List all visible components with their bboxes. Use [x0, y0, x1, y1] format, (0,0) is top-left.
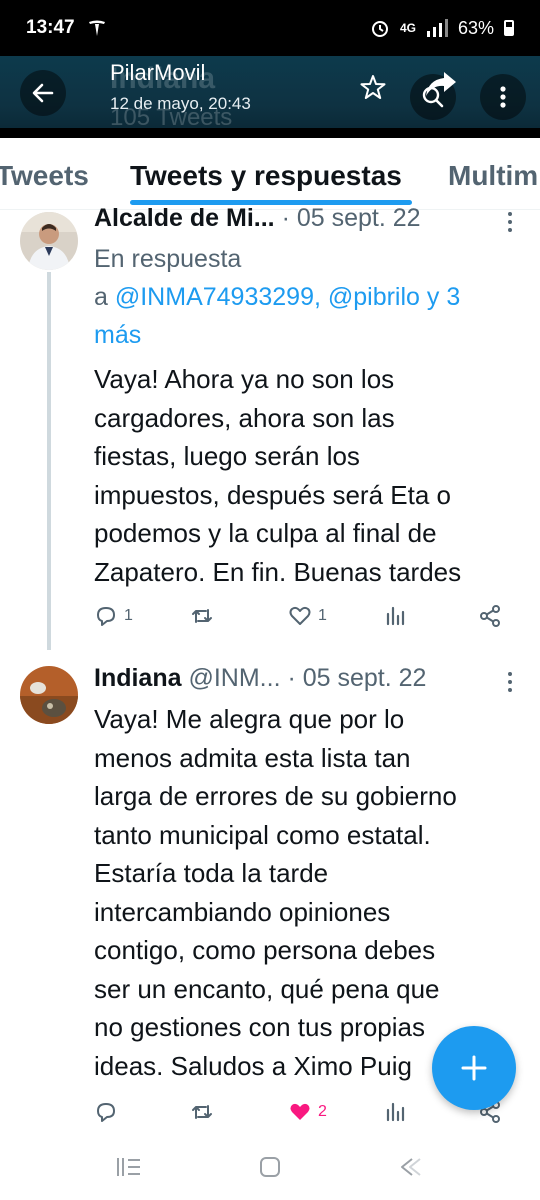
- avatar[interactable]: [20, 666, 78, 724]
- tweet-more-icon[interactable]: [500, 670, 520, 694]
- reply-suffix[interactable]: y 3: [427, 283, 460, 311]
- tweet-line: Vaya! Me alegra que por lo: [94, 704, 405, 734]
- tweet-actions: 1 1: [94, 604, 514, 634]
- back-arrow-icon: [32, 83, 54, 103]
- share-icon[interactable]: [424, 70, 458, 100]
- reply-count: 1: [124, 607, 133, 624]
- signal-icon: [426, 19, 448, 37]
- tweet-line: Vaya! Ahora ya no son los: [94, 364, 395, 394]
- profile-header: Indiana 105 Tweets PilarMovil 12 de mayo…: [0, 56, 540, 138]
- share-tweet-button[interactable]: [478, 604, 502, 628]
- status-bar: 13:47 4G 63%: [0, 0, 540, 56]
- tab-multimedia[interactable]: Multim: [448, 160, 538, 192]
- share-node-icon: [480, 605, 500, 627]
- tesla-icon: [88, 20, 105, 36]
- tweet-line: contigo, como persona debes: [94, 935, 436, 965]
- author-name[interactable]: Indiana: [94, 664, 182, 692]
- alarm-icon: [371, 21, 388, 37]
- author-name[interactable]: Alcalde de Mi...: [94, 204, 275, 232]
- reply-button[interactable]: [94, 1100, 124, 1124]
- avatar-photo-icon: [20, 666, 78, 724]
- compose-plus-icon: [461, 1055, 487, 1081]
- tweet-date[interactable]: · 05 sept. 22: [287, 664, 426, 692]
- retweet-button[interactable]: [190, 1100, 220, 1124]
- back-nav-button[interactable]: [388, 1152, 428, 1182]
- back-button[interactable]: [20, 70, 66, 116]
- analytics-icon: [386, 1102, 405, 1122]
- tweet-more-icon[interactable]: [500, 210, 520, 234]
- thread-line: [47, 272, 51, 650]
- network-type: 4G: [399, 21, 416, 35]
- status-time: 13:47: [26, 17, 75, 38]
- retweet-icon: [192, 1105, 212, 1119]
- tweet-line: cargadores, ahora son las: [94, 402, 395, 433]
- analytics-button[interactable]: [384, 604, 408, 628]
- reply-icon: [97, 1103, 115, 1122]
- tweet-header: Indiana @INM... · 05 sept. 22: [94, 664, 426, 693]
- tweet-line: impuestos, después será Eta o: [94, 479, 451, 510]
- recent-apps-button[interactable]: [108, 1152, 148, 1182]
- like-button[interactable]: 2: [288, 1100, 327, 1124]
- analytics-button[interactable]: [384, 1100, 408, 1124]
- reply-a: a: [94, 283, 108, 311]
- tweet-line: Estaría toda la tarde: [94, 858, 329, 888]
- tweet-text: Vaya! Me alegra que por lo menos admita …: [94, 700, 519, 1085]
- like-count: 2: [318, 1103, 327, 1120]
- more-options-button[interactable]: [480, 74, 526, 120]
- tweet-item[interactable]: Alcalde de Mi... · 05 sept. 22 En respue…: [0, 200, 540, 650]
- author-handle[interactable]: @INM...: [188, 664, 280, 692]
- back-triangle-icon: [401, 1158, 421, 1176]
- compose-tweet-button[interactable]: [432, 1026, 516, 1110]
- reply-mentions[interactable]: @INMA74933299, @pibrilo: [115, 283, 420, 311]
- tweet-header: Alcalde de Mi... · 05 sept. 22: [94, 204, 421, 233]
- reply-more[interactable]: más: [94, 316, 524, 354]
- tweet-line: Zapatero. En fin. Buenas tardes: [94, 556, 462, 587]
- tweet-actions: 2: [94, 1100, 514, 1130]
- more-vertical-icon: [500, 86, 506, 108]
- avatar[interactable]: [20, 212, 78, 270]
- retweet-button[interactable]: [190, 604, 220, 628]
- tweet-line: larga de errores de su gobierno: [94, 781, 457, 811]
- reply-context: En respuesta a @INMA74933299, @pibrilo y…: [94, 240, 524, 354]
- like-button[interactable]: 1: [288, 604, 327, 628]
- battery-percent: 63%: [457, 17, 494, 38]
- tweet-text: Vaya! Ahora ya no son los cargadores, ah…: [94, 360, 519, 591]
- header-date: 12 de mayo, 20:43: [110, 94, 251, 113]
- recent-apps-icon: [117, 1158, 140, 1176]
- tweet-line: podemos y la culpa al final de: [94, 518, 437, 548]
- tweet-date[interactable]: · 05 sept. 22: [282, 204, 421, 232]
- star-icon: [360, 75, 386, 99]
- analytics-icon: [386, 606, 405, 626]
- reply-button[interactable]: 1: [94, 604, 133, 628]
- like-icon: [289, 606, 311, 625]
- tab-tweets[interactable]: Tweets: [0, 160, 89, 192]
- star-button[interactable]: [350, 64, 396, 110]
- home-button[interactable]: [250, 1152, 290, 1182]
- tweet-line: tanto municipal como estatal.: [94, 819, 431, 850]
- home-icon: [260, 1157, 280, 1177]
- like-icon: [290, 1103, 310, 1120]
- tweet-line: ser un encanto, qué pena que: [94, 973, 440, 1004]
- avatar-photo-icon: [20, 212, 78, 270]
- battery-icon: [504, 20, 514, 36]
- tweet-line: menos admita esta lista tan: [94, 742, 411, 773]
- account-name: PilarMovil: [110, 60, 206, 85]
- like-count: 1: [318, 607, 327, 624]
- system-nav-bar: [0, 1132, 540, 1200]
- reply-icon: [97, 607, 115, 626]
- tweet-line: fiestas, luego serán los: [94, 441, 360, 471]
- reply-prefix: En respuesta: [94, 245, 242, 273]
- retweet-icon: [192, 609, 212, 623]
- tweet-line: intercambiando opiniones: [94, 896, 391, 927]
- tab-tweets-and-replies[interactable]: Tweets y respuestas: [130, 160, 402, 192]
- header-bottom-strip: [0, 128, 540, 138]
